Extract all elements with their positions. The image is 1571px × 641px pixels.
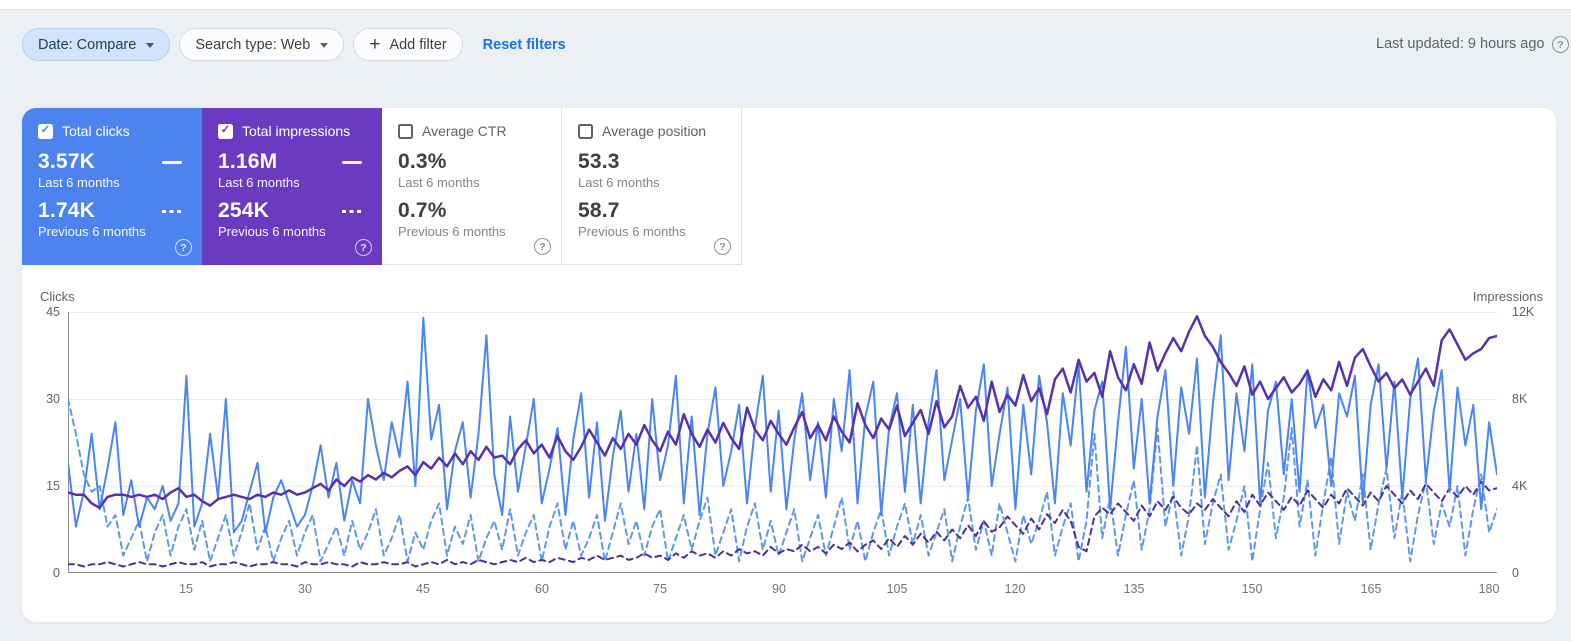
solid-line-legend-icon (162, 160, 182, 164)
x-axis-tick: 30 (298, 582, 312, 596)
right-axis-title: Impressions (1472, 289, 1543, 304)
help-icon[interactable]: ? (175, 239, 192, 256)
metric-current-value: 53.3 (578, 150, 620, 173)
help-icon[interactable]: ? (714, 238, 731, 255)
metric-tile-average-ctr[interactable]: Average CTR 0.3% Last 6 months 0.7% Prev… (382, 108, 562, 265)
checkbox-checked-icon[interactable] (38, 123, 53, 139)
metric-label: Average CTR (422, 123, 507, 139)
x-axis-tick: 75 (653, 582, 667, 596)
search-type-filter-chip[interactable]: Search type: Web (179, 28, 345, 61)
help-icon[interactable]: ? (355, 239, 372, 256)
metric-previous-value: 1.74K (38, 199, 96, 222)
metric-current-value: 3.57K (38, 150, 96, 173)
metric-tile-average-position[interactable]: Average position 53.3 Last 6 months 58.7… (562, 108, 742, 265)
metric-tile-total-impressions[interactable]: Total impressions 1.16M Last 6 months 25… (202, 108, 382, 265)
x-axis-tick: 45 (416, 582, 430, 596)
filter-bar: Date: Compare Search type: Web + Add fil… (22, 28, 566, 61)
metric-previous-value: 254K (218, 199, 270, 222)
x-axis-tick: 120 (1004, 582, 1026, 596)
right-axis-tick: 12K (1512, 305, 1535, 319)
date-filter-label: Date: Compare (38, 36, 137, 53)
metric-current-period: Last 6 months (38, 175, 120, 190)
chevron-down-icon (320, 42, 329, 48)
left-axis-tick: 45 (46, 305, 60, 319)
left-axis-tick: 15 (46, 479, 60, 493)
metric-previous-value: 0.7% (398, 199, 447, 222)
x-axis-tick: 15 (179, 582, 193, 596)
plus-icon: + (369, 34, 381, 55)
metric-label: Total clicks (62, 123, 130, 139)
metric-previous-period: Previous 6 months (578, 224, 686, 239)
chart-plot-area[interactable] (68, 312, 1497, 573)
checkbox-checked-icon[interactable] (218, 123, 233, 139)
x-axis-labels: 15 30 45 60 75 90 105 120 135 150 165 180 (68, 582, 1499, 602)
metric-tiles-row: Total clicks 3.57K Last 6 months 1.74K P… (22, 108, 1556, 265)
left-axis-title: Clicks (40, 289, 75, 304)
dashed-line-legend-icon (342, 209, 362, 213)
metric-previous-period: Previous 6 months (38, 224, 146, 239)
x-axis-tick: 165 (1360, 582, 1382, 596)
right-axis-tick: 0 (1512, 566, 1519, 580)
metric-label: Average position (602, 123, 707, 139)
x-axis-tick: 90 (772, 582, 786, 596)
metric-current-value: 1.16M (218, 150, 278, 173)
left-axis-tick: 0 (53, 566, 60, 580)
metric-current-period: Last 6 months (218, 175, 300, 190)
add-filter-label: Add filter (389, 36, 447, 53)
x-axis-tick: 150 (1241, 582, 1263, 596)
metric-previous-period: Previous 6 months (218, 224, 326, 239)
add-filter-button[interactable]: + Add filter (353, 28, 463, 61)
metric-tile-total-clicks[interactable]: Total clicks 3.57K Last 6 months 1.74K P… (22, 108, 202, 265)
dashed-line-legend-icon (162, 209, 182, 213)
x-axis-tick: 60 (535, 582, 549, 596)
performance-chart[interactable]: Clicks Impressions 45 30 15 0 12K 8K 4K … (22, 289, 1556, 622)
checkbox-unchecked-icon[interactable] (398, 123, 413, 139)
top-divider (0, 0, 1571, 10)
help-icon[interactable]: ? (534, 238, 551, 255)
metric-current-period: Last 6 months (398, 175, 480, 190)
checkbox-unchecked-icon[interactable] (578, 123, 593, 139)
search-type-label: Search type: Web (195, 36, 311, 53)
left-axis-tick: 30 (46, 392, 60, 406)
date-filter-chip[interactable]: Date: Compare (22, 28, 171, 61)
performance-card: Total clicks 3.57K Last 6 months 1.74K P… (22, 108, 1556, 622)
metric-current-value: 0.3% (398, 150, 447, 173)
metric-previous-period: Previous 6 months (398, 224, 506, 239)
metric-previous-value: 58.7 (578, 199, 620, 222)
x-axis-tick: 135 (1123, 582, 1145, 596)
x-axis-tick: 105 (886, 582, 908, 596)
metric-label: Total impressions (242, 123, 351, 139)
metric-current-period: Last 6 months (578, 175, 660, 190)
chevron-down-icon (146, 42, 155, 48)
help-icon[interactable]: ? (1552, 36, 1569, 53)
x-axis-tick: 180 (1478, 582, 1500, 596)
last-updated-text: Last updated: 9 hours ago (1376, 36, 1545, 52)
reset-filters-link[interactable]: Reset filters (483, 37, 566, 53)
right-axis-tick: 8K (1512, 392, 1528, 406)
solid-line-legend-icon (342, 160, 362, 164)
right-axis-tick: 4K (1512, 479, 1528, 493)
